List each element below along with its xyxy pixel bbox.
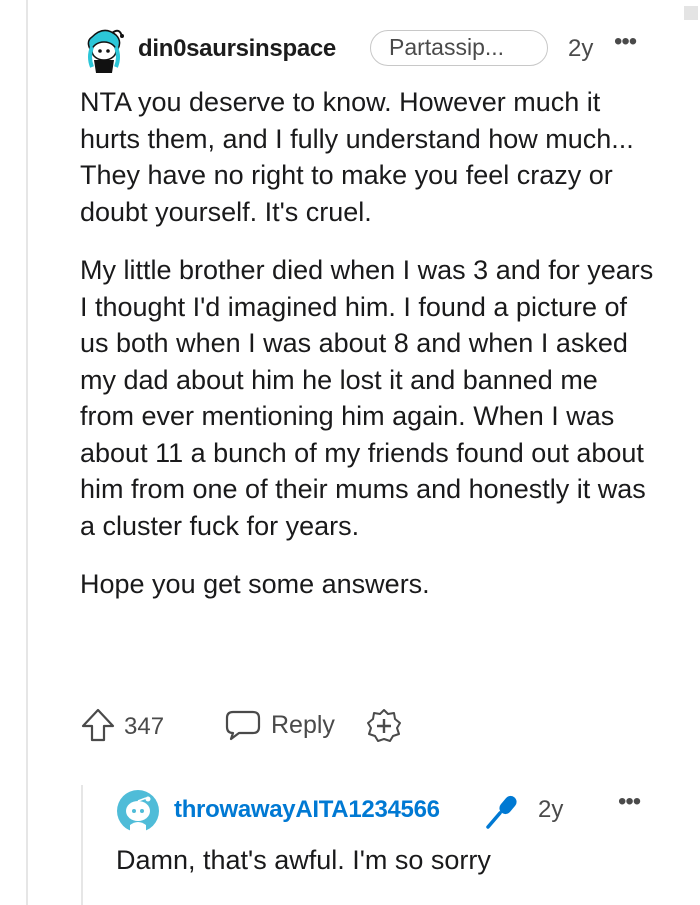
comment-actions: 347 Reply <box>80 703 480 749</box>
comment-paragraph: My little brother died when I was 3 and … <box>80 255 654 541</box>
scrollbar-thumb[interactable] <box>684 6 698 20</box>
comment-paragraph: Hope you get some answers. <box>80 569 430 599</box>
microphone-icon[interactable] <box>482 791 522 831</box>
reply-thread-line[interactable] <box>81 785 83 905</box>
reply-age[interactable]: 2y <box>538 796 563 824</box>
thread-line[interactable] <box>26 0 28 905</box>
more-dots-icon[interactable]: ••• <box>618 788 641 816</box>
upvote-arrow-icon[interactable] <box>80 707 116 743</box>
speech-bubble-icon <box>225 709 261 741</box>
comment-body: NTA you deserve to know. However much it… <box>80 84 655 625</box>
reply-button[interactable]: Reply <box>225 703 345 747</box>
comment-paragraph: NTA you deserve to know. However much it… <box>80 87 634 227</box>
more-dots-icon[interactable]: ••• <box>614 28 637 56</box>
vote-score: 347 <box>124 713 165 740</box>
reply-author[interactable]: throwawayAITA1234566 <box>174 796 440 824</box>
reply-body: Damn, that's awful. I'm so sorry <box>116 845 491 875</box>
reply-header: throwawayAITA1234566 2y ••• <box>112 786 672 836</box>
snoo-avatar-icon[interactable] <box>82 27 126 75</box>
award-plus-icon[interactable] <box>366 708 402 744</box>
comment-age[interactable]: 2y <box>568 35 593 63</box>
comment-author[interactable]: din0saursinspace <box>138 35 336 63</box>
user-flair[interactable]: Partassip... <box>370 30 548 66</box>
comment-header: din0saursinspace Partassip... 2y ••• <box>78 24 660 80</box>
reply-label: Reply <box>271 711 335 739</box>
snoo-avatar-icon[interactable] <box>116 789 160 833</box>
